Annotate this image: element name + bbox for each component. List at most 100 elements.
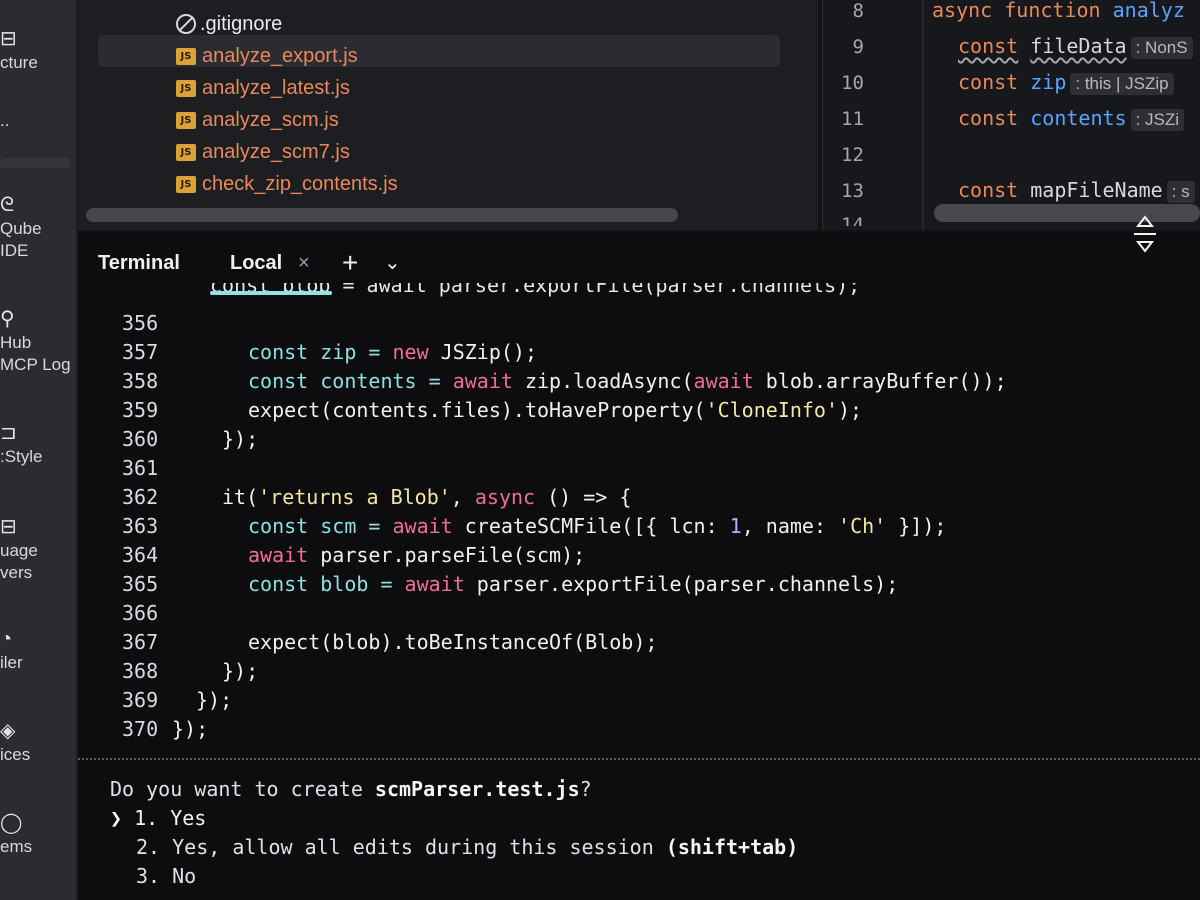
sidebar-item-label-2: IDE <box>0 241 29 260</box>
editor-line-13[interactable]: const mapFileName: s <box>958 178 1195 203</box>
code-token: createSCMFile([{ lcn: <box>452 514 730 538</box>
code-token: const <box>958 106 1019 130</box>
terminal-line-number: 366 <box>122 601 159 625</box>
terminal-code-line: it('returns a Blob', async () => { <box>222 485 631 509</box>
code-token: parser.parseFile(scm); <box>308 543 586 567</box>
code-token: }); <box>172 717 209 741</box>
sidebar-item-sonarqube[interactable]: ᘓ Qube IDE <box>0 192 76 262</box>
terminal-line-number: 364 <box>122 543 159 567</box>
option-shortcut: (shift+tab) <box>665 835 799 859</box>
terminal-code-line: const contents = await zip.loadAsync(awa… <box>248 369 1007 393</box>
codestyle-icon: ⊐ <box>0 422 17 444</box>
terminal-code-line: }); <box>172 717 208 741</box>
editor-line-number: 14 <box>841 214 864 226</box>
js-file-icon: JS <box>176 47 196 65</box>
file-item-gitignore[interactable]: .gitignore <box>176 9 282 39</box>
sidebar-item-label: ices <box>0 745 31 764</box>
code-token: async <box>474 485 536 509</box>
inlay-type-hint: : this | JSZip <box>1070 73 1174 95</box>
editor-line-8[interactable]: async function analyz <box>932 0 1185 22</box>
code-token: }]); <box>886 514 947 538</box>
sidebar-item-label: :Style <box>0 447 43 466</box>
terminal-line-number: 362 <box>122 485 159 509</box>
code-token: , <box>450 485 475 509</box>
code-token: analyz <box>1112 0 1185 22</box>
services-icon: ◈ <box>0 720 16 742</box>
gutter-separator <box>922 0 924 230</box>
sidebar-item-label: Hub <box>0 333 32 352</box>
editor-line-number: 11 <box>841 108 864 130</box>
file-item-analyze-latest[interactable]: JS analyze_latest.js <box>176 73 350 103</box>
editor-line-number: 8 <box>852 0 864 22</box>
sidebar-item-label-2: vers <box>0 563 33 582</box>
terminal-code-line: const scm = await createSCMFile([{ lcn: … <box>248 514 946 538</box>
editor-line-10[interactable]: const zip: this | JSZip <box>958 70 1174 95</box>
js-file-icon: JS <box>176 175 196 193</box>
terminal-line-number: 359 <box>122 398 159 422</box>
code-token: await <box>392 514 453 538</box>
terminal-code-line: }); <box>222 659 258 683</box>
tool-window-bar: ⊟ cture .. ᘓ Qube IDE ⚲ Hub MCP Log ⊐ :S… <box>0 0 78 900</box>
file-item-analyze-scm7[interactable]: JS analyze_scm7.js <box>176 137 350 167</box>
profiler-icon: ◔ <box>0 628 13 650</box>
editor-horizontal-scrollbar[interactable] <box>934 204 1200 222</box>
code-token: blob.arrayBuffer()); <box>753 369 1007 393</box>
code-token: const blob = <box>248 572 405 596</box>
code-token: const scm = <box>248 514 393 538</box>
code-token: new <box>392 340 429 364</box>
option-label: 2. Yes, allow all edits during this sess… <box>136 835 666 859</box>
code-token: , name: <box>741 514 839 538</box>
sidebar-item-more[interactable]: .. <box>0 110 76 132</box>
sidebar-item-label: ems <box>0 837 33 856</box>
sidebar-item-problems[interactable]: ◯ ems <box>0 810 76 858</box>
editor-line-number: 9 <box>852 36 864 58</box>
option-yes-allow-all[interactable]: 2. Yes, allow all edits during this sess… <box>136 835 798 859</box>
sonarqube-icon: ᘓ <box>0 194 15 216</box>
editor-line-number: 13 <box>841 180 864 202</box>
sidebar-item-label: Qube <box>0 219 42 238</box>
file-item-check-zip-contents[interactable]: JS check_zip_contents.js <box>176 169 398 199</box>
code-token: await <box>248 543 309 567</box>
prompt-separator <box>78 758 1200 760</box>
code-token: expect(blob).toBeInstanceOf(Blob); <box>248 630 658 654</box>
file-item-analyze-export[interactable]: JS analyze_export.js <box>176 41 358 71</box>
code-token: parser.exportFile(parser.channels); <box>464 572 899 596</box>
code-token: await <box>693 369 754 393</box>
terminal-code-line: const blob = await parser.exportFile(par… <box>248 572 898 596</box>
question-filename: scmParser.test.js <box>374 777 580 801</box>
sidebar-item-services[interactable]: ◈ ices <box>0 718 76 766</box>
sidebar-item-codestyle[interactable]: ⊐ :Style <box>0 420 76 468</box>
terminal-line-number: 357 <box>122 340 159 364</box>
code-token: await <box>452 369 513 393</box>
chevron-down-icon[interactable]: ⌄ <box>384 250 401 275</box>
file-name: analyze_latest.js <box>202 76 350 99</box>
editor-line-11[interactable]: const contents: JSZi <box>958 106 1185 131</box>
sidebar-item-label: cture <box>0 53 38 72</box>
editor-line-9[interactable]: const fileData: NonS <box>958 34 1193 59</box>
terminal-line-number: 361 <box>122 456 159 480</box>
option-yes[interactable]: ❯ 1. Yes <box>110 806 206 830</box>
problems-icon: ◯ <box>0 812 23 834</box>
terminal-line-number: 367 <box>122 630 159 654</box>
code-token: zip <box>1030 70 1067 94</box>
terminal-code-line: }); <box>196 688 232 712</box>
tree-horizontal-scrollbar[interactable] <box>86 208 678 222</box>
sidebar-item-label: .. <box>0 111 10 130</box>
sidebar-item-profiler[interactable]: ◔ iler <box>0 626 76 674</box>
option-no[interactable]: 3. No <box>136 864 196 888</box>
file-name: analyze_scm7.js <box>202 140 350 163</box>
sidebar-item-language-servers[interactable]: ⊟ uage vers <box>0 514 76 584</box>
js-file-icon: JS <box>176 79 196 97</box>
code-token: const contents = <box>248 369 453 393</box>
add-tab-icon[interactable]: + <box>342 247 358 279</box>
file-item-analyze-scm[interactable]: JS analyze_scm.js <box>176 105 339 135</box>
js-file-icon: JS <box>176 111 196 129</box>
close-icon[interactable]: × <box>298 252 310 275</box>
sidebar-item-hub[interactable]: ⚲ Hub MCP Log <box>0 306 76 376</box>
code-token: it( <box>222 485 259 509</box>
active-tab-indicator <box>210 291 332 295</box>
terminal-title: Terminal <box>98 252 180 274</box>
sidebar-item-structure[interactable]: ⊟ cture <box>0 26 76 74</box>
inlay-type-hint: : JSZi <box>1130 109 1185 131</box>
tab-local[interactable]: Local <box>230 252 282 275</box>
